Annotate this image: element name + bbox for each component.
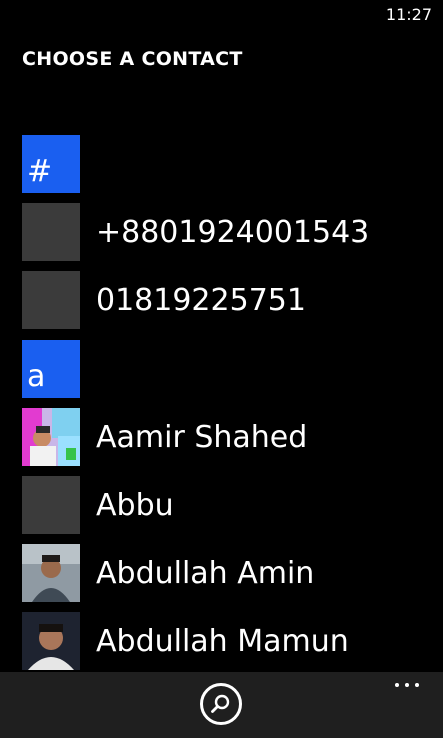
ellipsis-icon — [395, 683, 399, 687]
group-header-a[interactable]: a — [22, 340, 443, 398]
contact-row[interactable]: Abbu — [22, 476, 443, 534]
ellipsis-icon — [415, 683, 419, 687]
avatar-placeholder — [22, 271, 80, 329]
contact-name: +8801924001543 — [96, 214, 370, 250]
avatar-photo — [22, 408, 80, 466]
avatar-photo — [22, 612, 80, 670]
more-options-button[interactable] — [395, 678, 423, 692]
contact-row[interactable]: +8801924001543 — [22, 203, 443, 261]
search-icon — [211, 694, 230, 713]
avatar-placeholder — [22, 203, 80, 261]
contact-name: Abbu — [96, 487, 174, 523]
contact-row[interactable]: Aamir Shahed — [22, 408, 443, 466]
status-bar-time: 11:27 — [385, 5, 432, 24]
contact-row[interactable]: 01819225751 — [22, 271, 443, 329]
app-bar — [0, 672, 443, 738]
contact-row[interactable]: Abdullah Mamun — [22, 612, 443, 670]
contact-picker-screen: 11:27 CHOOSE A CONTACT # +8801924001543 … — [0, 0, 443, 738]
contact-name: Abdullah Mamun — [96, 623, 349, 659]
group-letter: # — [27, 154, 53, 189]
contact-name: Abdullah Amin — [96, 555, 315, 591]
search-button[interactable] — [200, 683, 242, 725]
group-header-hash[interactable]: # — [22, 135, 443, 193]
avatar-placeholder — [22, 476, 80, 534]
avatar-photo — [22, 544, 80, 602]
contact-name: 01819225751 — [96, 282, 306, 318]
ellipsis-icon — [405, 683, 409, 687]
contact-name: Aamir Shahed — [96, 419, 308, 455]
group-tile[interactable]: # — [22, 135, 80, 193]
page-title: CHOOSE A CONTACT — [22, 48, 243, 70]
group-letter: a — [27, 359, 46, 394]
contact-row[interactable]: Abdullah Amin — [22, 544, 443, 602]
group-tile[interactable]: a — [22, 340, 80, 398]
